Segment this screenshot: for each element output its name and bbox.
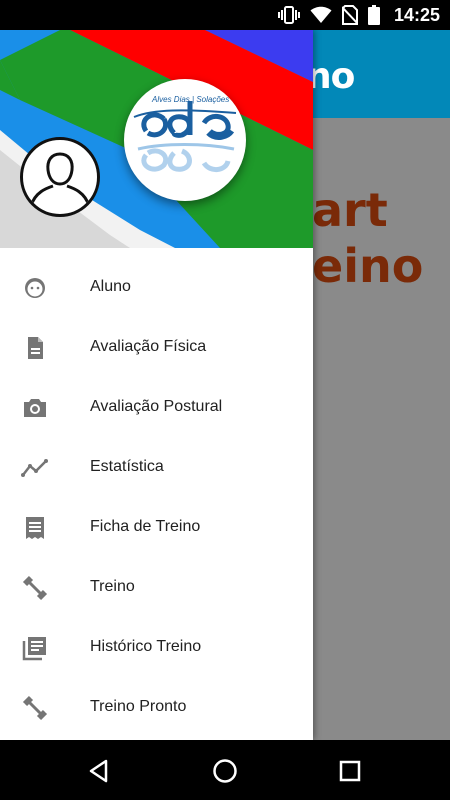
menu-item-treino[interactable]: Treino [0, 558, 313, 618]
no-sim-icon [341, 5, 358, 25]
menu-label: Avaliação Física [90, 338, 207, 355]
camera-icon [21, 396, 49, 420]
status-icons: 14:25 [277, 0, 440, 30]
dumbbell-icon [21, 695, 49, 721]
dumbbell-icon [21, 575, 49, 601]
face-icon [21, 276, 49, 300]
menu-item-estatistica[interactable]: Estatística [0, 438, 313, 498]
person-icon [29, 152, 91, 207]
menu-label: Estatística [90, 458, 164, 475]
drawer-menu: Aluno Avaliação Física Avaliação Postura… [0, 258, 313, 738]
menu-label: Avaliação Postural [90, 398, 223, 415]
drawer-header: Alves Dias | Solações [0, 30, 313, 248]
vibrate-icon [277, 6, 300, 24]
recents-icon[interactable] [337, 758, 363, 784]
document-icon [21, 336, 49, 360]
home-icon[interactable] [212, 758, 238, 784]
menu-label: Aluno [90, 278, 131, 295]
toolbar-title: no [306, 56, 355, 97]
status-bar: 14:25 [0, 0, 450, 30]
menu-item-aluno[interactable]: Aluno [0, 258, 313, 318]
back-icon[interactable] [86, 758, 112, 784]
brand-line-1: art [312, 183, 388, 237]
brand-logo-text: art eino [312, 182, 423, 294]
menu-label: Treino [90, 578, 135, 595]
company-logo: Alves Dias | Solações [124, 79, 246, 201]
clock: 14:25 [393, 4, 440, 25]
trending-icon [21, 456, 49, 480]
battery-icon [367, 5, 380, 25]
brand-line-2: eino [312, 239, 424, 293]
system-nav-bar [0, 740, 450, 800]
menu-item-avaliacao-postural[interactable]: Avaliação Postural [0, 378, 313, 438]
wifi-icon [310, 6, 332, 24]
library-books-icon [21, 636, 49, 661]
menu-item-historico-treino[interactable]: Histórico Treino [0, 618, 313, 678]
menu-item-ficha-de-treino[interactable]: Ficha de Treino [0, 498, 313, 558]
menu-item-avaliacao-fisica[interactable]: Avaliação Física [0, 318, 313, 378]
receipt-icon [21, 516, 49, 540]
menu-label: Ficha de Treino [90, 518, 201, 535]
avatar[interactable] [20, 137, 100, 217]
menu-label: Histórico Treino [90, 638, 202, 655]
menu-item-treino-pronto[interactable]: Treino Pronto [0, 678, 313, 738]
navigation-drawer: Alves Dias | Solações Aluno Avaliação Fí… [0, 30, 313, 740]
menu-label: Treino Pronto [90, 698, 187, 715]
